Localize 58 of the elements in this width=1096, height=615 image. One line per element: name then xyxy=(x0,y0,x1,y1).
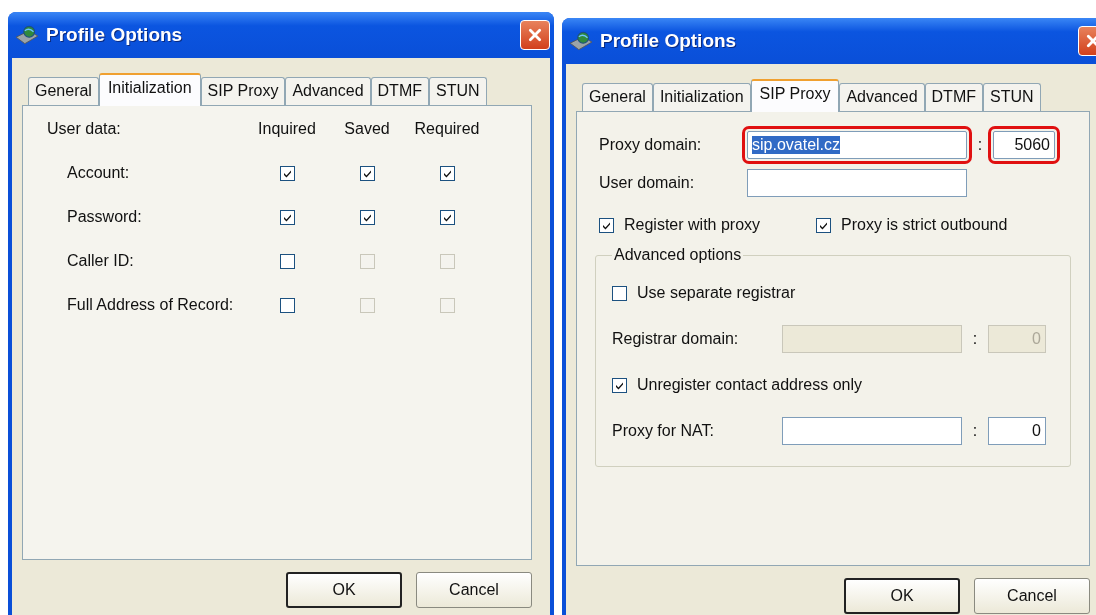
field-label: Full Address of Record: xyxy=(66,296,235,314)
input-field[interactable] xyxy=(782,417,962,445)
field-label: Caller ID: xyxy=(66,252,135,270)
field-label: Password: xyxy=(66,208,143,226)
checkbox[interactable] xyxy=(439,209,455,225)
checkbox[interactable] xyxy=(279,297,295,313)
checkbox[interactable] xyxy=(439,165,455,181)
checkbox[interactable] xyxy=(816,217,832,233)
close-icon xyxy=(528,28,542,42)
checkbox[interactable] xyxy=(599,217,614,233)
network-card-icon xyxy=(14,24,40,46)
group-title: Advanced options xyxy=(613,246,743,264)
tab[interactable]: STUN xyxy=(429,77,487,105)
window-title: Profile Options xyxy=(46,24,184,46)
checkbox-label[interactable]: Proxy is strict outbound xyxy=(841,216,1008,234)
tab[interactable]: Initialization xyxy=(98,73,201,106)
dialog-button[interactable]: Cancel xyxy=(974,578,1090,614)
dialog-button[interactable]: OK xyxy=(844,578,960,614)
window-title: Profile Options xyxy=(600,30,738,52)
checkbox-label[interactable]: Register with proxy xyxy=(624,216,761,234)
checkbox[interactable] xyxy=(612,285,627,301)
checkbox[interactable] xyxy=(612,377,627,393)
checkbox[interactable] xyxy=(279,165,295,181)
field-label: User domain: xyxy=(599,174,696,192)
dialog-button[interactable]: Cancel xyxy=(416,572,532,608)
colon-separator: : xyxy=(971,422,979,440)
tab[interactable]: SIP Proxy xyxy=(200,77,286,105)
close-button[interactable] xyxy=(520,20,550,50)
field-label: Proxy domain: xyxy=(599,136,703,154)
field-label: Account: xyxy=(66,164,131,182)
colon-separator: : xyxy=(976,136,984,154)
checkbox[interactable] xyxy=(279,253,295,269)
network-card-icon xyxy=(568,30,594,52)
column-header: Required xyxy=(414,120,480,138)
tab[interactable]: SIP Proxy xyxy=(750,79,840,112)
tab[interactable]: DTMF xyxy=(370,77,429,105)
tab[interactable]: Advanced xyxy=(839,83,925,111)
checkbox[interactable] xyxy=(279,209,295,225)
checkbox-label[interactable]: Unregister contact address only xyxy=(637,376,862,394)
field-label: Proxy for NAT: xyxy=(612,422,715,440)
close-icon xyxy=(1086,34,1096,48)
column-header: Saved xyxy=(344,120,390,138)
colon-separator: : xyxy=(971,330,979,348)
checkbox-label[interactable]: Use separate registrar xyxy=(637,284,796,302)
column-header: Inquired xyxy=(258,120,316,138)
tab[interactable]: STUN xyxy=(983,83,1041,111)
checkbox[interactable] xyxy=(359,209,375,225)
tab[interactable]: General xyxy=(28,77,99,105)
input-field[interactable] xyxy=(747,169,967,197)
tab[interactable]: Initialization xyxy=(652,83,751,111)
tab[interactable]: Advanced xyxy=(285,77,371,105)
field-label: Registrar domain: xyxy=(612,330,740,348)
checkbox[interactable] xyxy=(359,165,375,181)
port-field[interactable]: 0 xyxy=(988,417,1046,445)
tab[interactable]: DTMF xyxy=(924,83,983,111)
section-label: User data: xyxy=(47,120,122,138)
tab[interactable]: General xyxy=(582,83,653,111)
dialog-button[interactable]: OK xyxy=(286,572,402,608)
